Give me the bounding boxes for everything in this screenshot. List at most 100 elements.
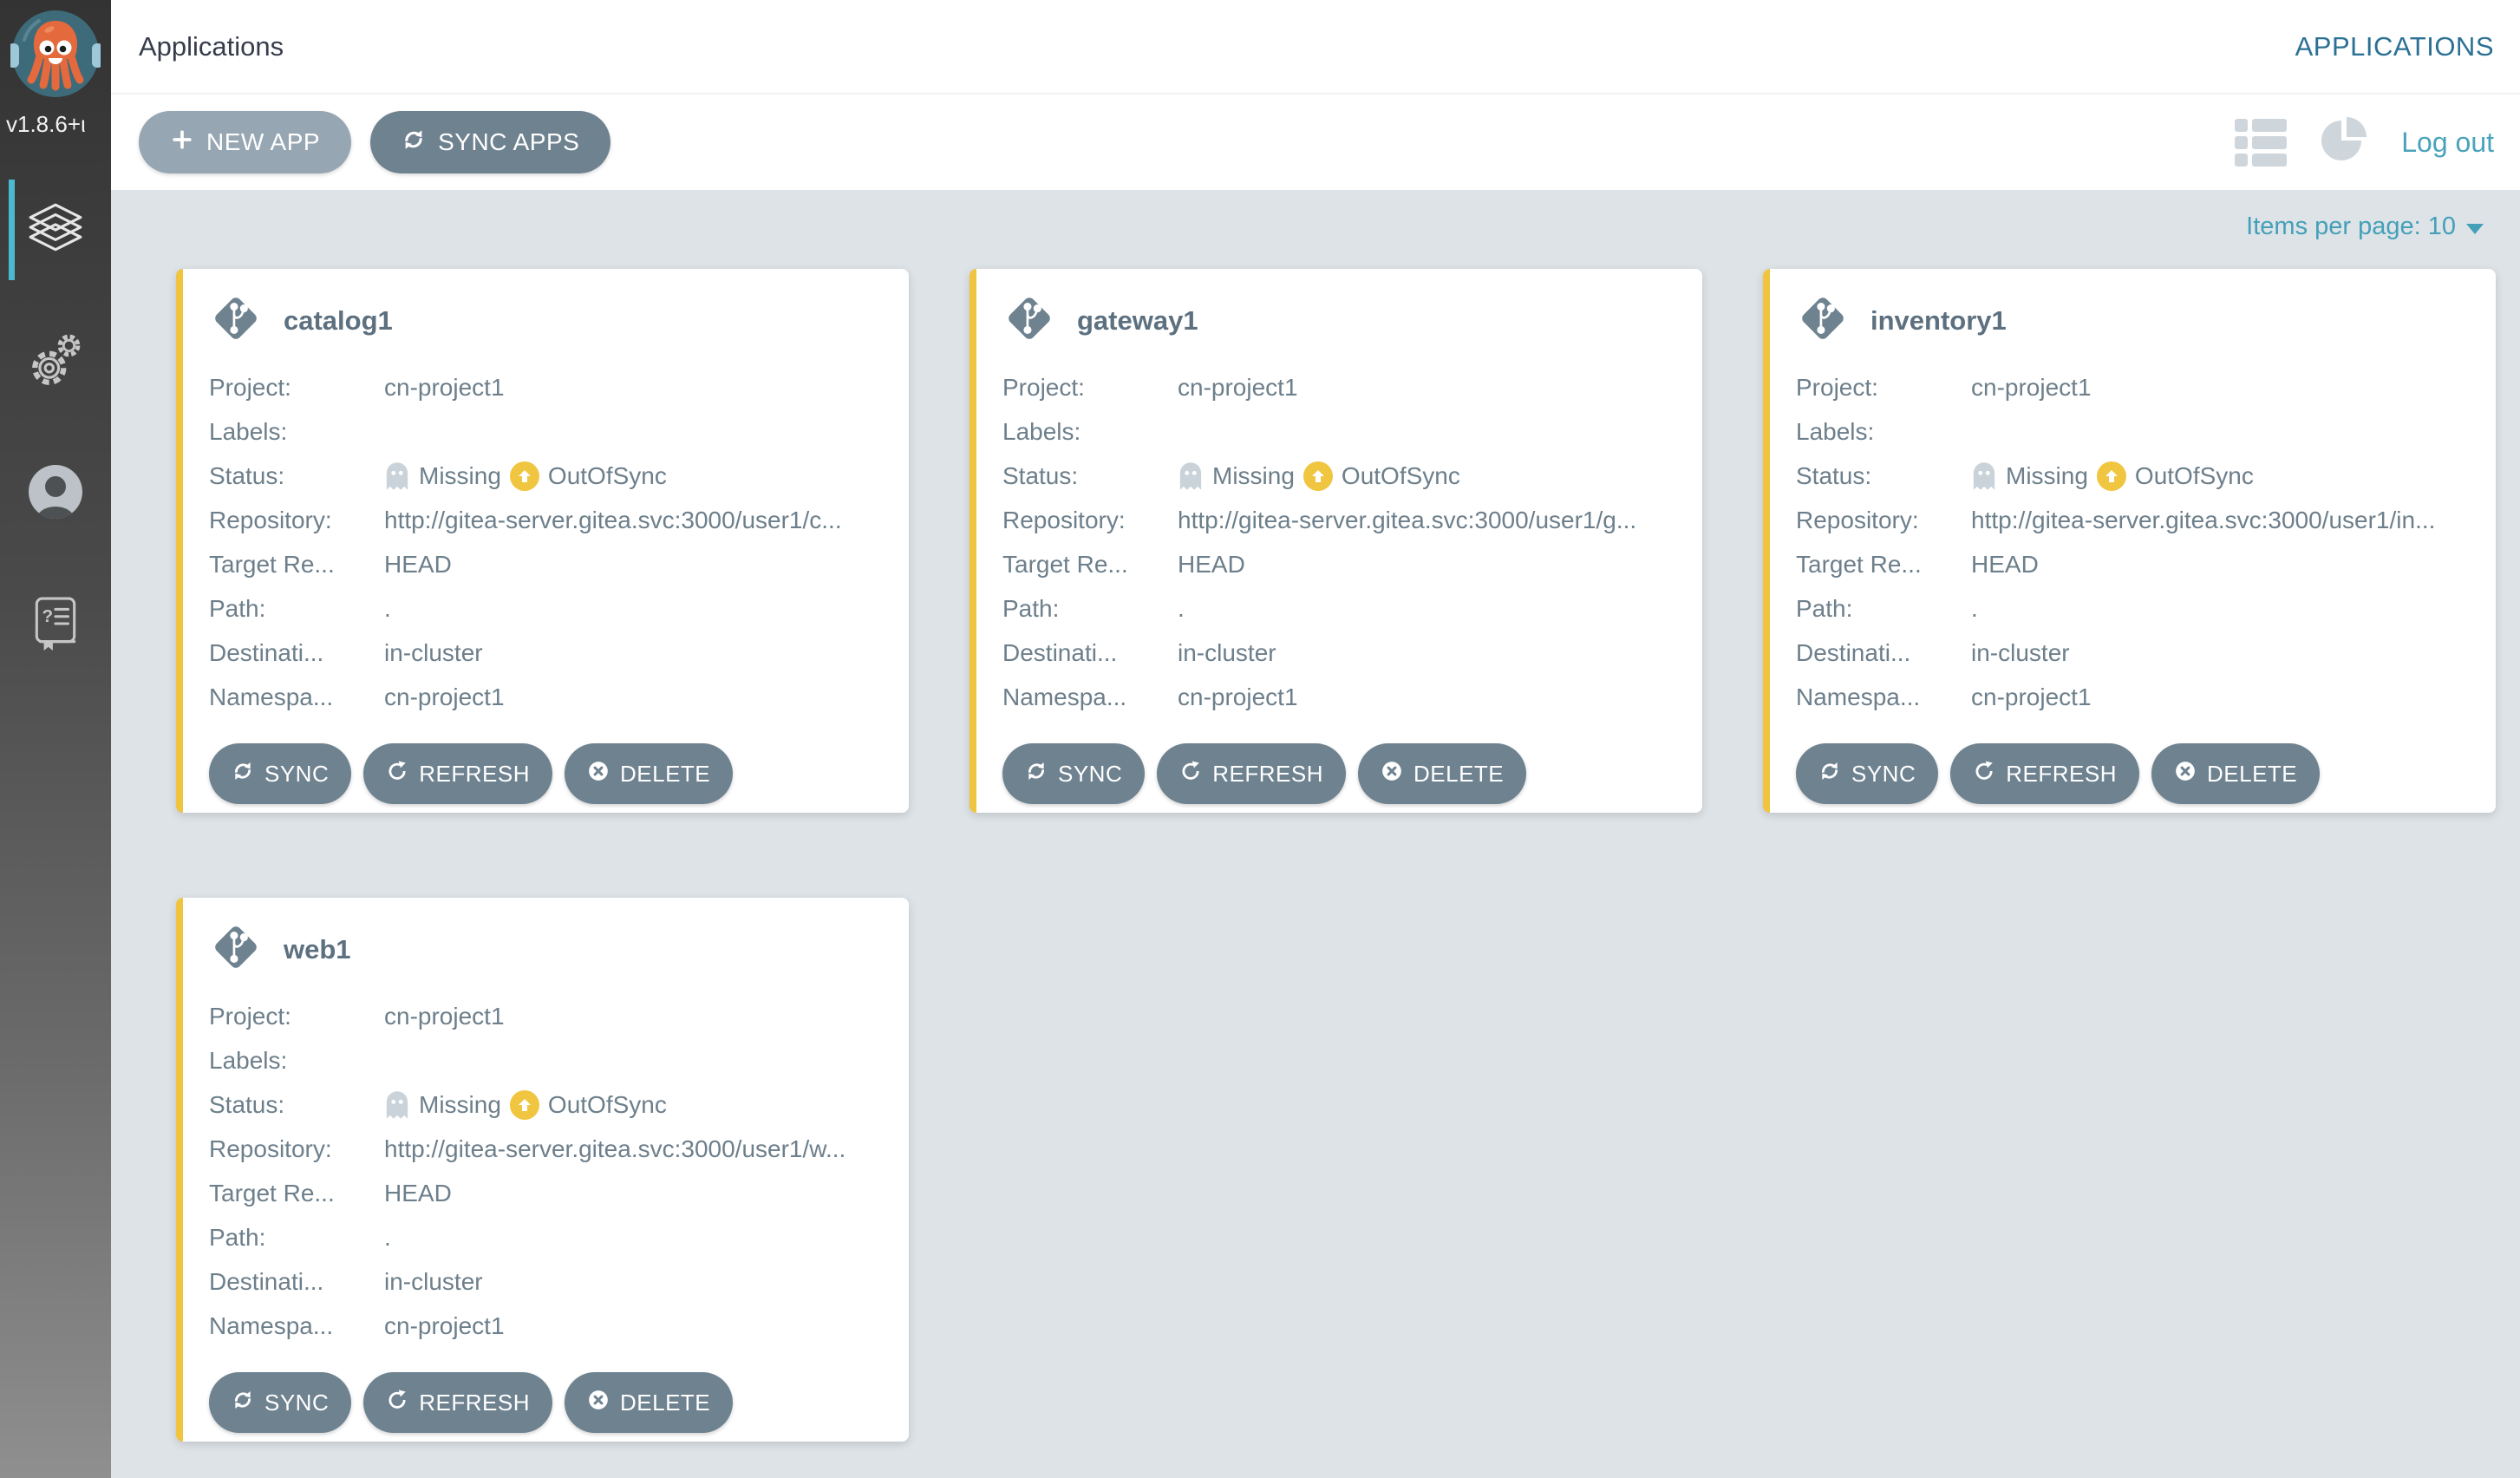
field-row-namespace: Namespa... cn-project1 xyxy=(1002,675,1678,719)
field-value: . xyxy=(1971,594,1978,622)
ghost-icon xyxy=(1178,461,1204,491)
field-row-destination: Destinati... in-cluster xyxy=(1796,631,2471,675)
git-icon xyxy=(1798,293,1848,348)
sync-button[interactable]: SYNC xyxy=(1796,743,1939,804)
argocd-logo[interactable] xyxy=(8,9,103,99)
svg-text:?: ? xyxy=(42,605,54,625)
status-value: Missing OutOfSync xyxy=(1178,461,1460,491)
sidebar-item-applications[interactable] xyxy=(0,180,111,280)
card-header: inventory1 xyxy=(1796,293,2471,348)
grid-view-icon[interactable] xyxy=(2158,120,2203,166)
app-card-inventory1[interactable]: inventory1 Project: cn-project1 Labels: … xyxy=(1763,269,2496,813)
field-value: in-cluster xyxy=(384,638,483,666)
sync-button[interactable]: SYNC xyxy=(209,1372,352,1433)
ghost-icon xyxy=(384,461,410,491)
refresh-icon xyxy=(1179,760,1202,788)
list-view-icon[interactable] xyxy=(2235,118,2288,167)
toolbar: NEW APP SYNC APPS Log out xyxy=(111,93,2520,190)
sidebar-item-help[interactable]: ? xyxy=(0,577,111,674)
sidebar-item-user[interactable] xyxy=(0,445,111,542)
refresh-button[interactable]: REFRESH xyxy=(1157,743,1346,804)
field-row-status: Status: Missing OutOfSync xyxy=(209,454,885,498)
sync-button[interactable]: SYNC xyxy=(209,743,352,804)
delete-label: DELETE xyxy=(1413,760,1505,787)
field-row-target-revision: Target Re... HEAD xyxy=(1796,542,2471,586)
ghost-icon xyxy=(1971,461,1997,491)
field-row-repository: Repository: http://gitea-server.gitea.sv… xyxy=(1796,498,2471,542)
main-area: Applications APPLICATIONS NEW APP SYNC A… xyxy=(111,0,2520,1478)
field-label: Repository: xyxy=(1002,506,1126,533)
field-row-labels: Labels: xyxy=(209,1038,885,1082)
health-status-text: Missing xyxy=(2006,461,2088,489)
sync-label: SYNC xyxy=(264,1389,330,1416)
outofsync-icon xyxy=(2096,461,2126,491)
field-row-status: Status: Missing OutOfSync xyxy=(1796,454,2471,498)
top-header: Applications APPLICATIONS xyxy=(111,0,2520,93)
health-status-text: Missing xyxy=(419,461,501,489)
field-row-repository: Repository: http://gitea-server.gitea.sv… xyxy=(209,1127,885,1171)
content-area: Items per page: 10 catalog1 Project: cn-… xyxy=(111,190,2520,1478)
field-row-labels: Labels: xyxy=(209,409,885,454)
app-card-gateway1[interactable]: gateway1 Project: cn-project1 Labels: St… xyxy=(969,269,1702,813)
card-actions: SYNC REFRESH DELETE xyxy=(209,1372,885,1433)
field-value: http://gitea-server.gitea.svc:3000/user1… xyxy=(384,1135,846,1162)
field-row-path: Path: . xyxy=(1796,586,2471,631)
app-name: gateway1 xyxy=(1077,304,1198,336)
field-label: Path: xyxy=(1796,594,1853,622)
sync-button[interactable]: SYNC xyxy=(1002,743,1146,804)
field-value: cn-project1 xyxy=(1178,373,1298,401)
field-value: http://gitea-server.gitea.svc:3000/user1… xyxy=(1178,506,1637,533)
delete-button[interactable]: DELETE xyxy=(1358,743,1527,804)
field-label: Repository: xyxy=(1796,506,1919,533)
delete-button[interactable]: DELETE xyxy=(565,1372,734,1433)
field-label: Target Re... xyxy=(209,550,335,578)
delete-button[interactable]: DELETE xyxy=(2151,743,2321,804)
sync-label: SYNC xyxy=(1851,760,1916,787)
sidebar-item-settings[interactable] xyxy=(0,313,111,410)
field-value: HEAD xyxy=(384,550,452,578)
sync-icon xyxy=(402,128,426,158)
new-app-button[interactable]: NEW APP xyxy=(139,111,352,173)
delete-label: DELETE xyxy=(620,1389,711,1416)
pie-view-icon[interactable] xyxy=(2318,116,2370,168)
field-label: Target Re... xyxy=(1002,550,1128,578)
field-label: Status: xyxy=(1796,461,1872,489)
outofsync-icon xyxy=(509,461,539,491)
sync-status-text: OutOfSync xyxy=(1341,461,1460,489)
field-row-path: Path: . xyxy=(209,586,885,631)
field-value: http://gitea-server.gitea.svc:3000/user1… xyxy=(384,506,842,533)
field-label: Destinati... xyxy=(209,638,324,666)
field-value: cn-project1 xyxy=(384,373,505,401)
delete-button[interactable]: DELETE xyxy=(565,743,734,804)
delete-label: DELETE xyxy=(2207,760,2298,787)
field-value: HEAD xyxy=(1178,550,1245,578)
field-label: Path: xyxy=(209,1223,266,1251)
field-label: Target Re... xyxy=(209,1179,335,1207)
refresh-button[interactable]: REFRESH xyxy=(1950,743,2139,804)
field-value: http://gitea-server.gitea.svc:3000/user1… xyxy=(1971,506,2436,533)
sync-apps-button[interactable]: SYNC APPS xyxy=(370,111,611,173)
field-label: Labels: xyxy=(209,417,288,445)
items-per-page-dropdown[interactable]: Items per page: 10 xyxy=(176,213,2496,241)
logout-link[interactable]: Log out xyxy=(2401,127,2494,159)
field-row-status: Status: Missing OutOfSync xyxy=(209,1082,885,1127)
refresh-button[interactable]: REFRESH xyxy=(363,1372,552,1433)
app-card-catalog1[interactable]: catalog1 Project: cn-project1 Labels: St… xyxy=(176,269,909,813)
field-label: Repository: xyxy=(209,506,332,533)
sync-status-text: OutOfSync xyxy=(2134,461,2254,489)
sync-apps-label: SYNC APPS xyxy=(438,128,580,155)
field-row-repository: Repository: http://gitea-server.gitea.sv… xyxy=(1002,498,1678,542)
field-label: Namespa... xyxy=(1002,683,1127,710)
field-value: HEAD xyxy=(1971,550,2039,578)
field-row-destination: Destinati... in-cluster xyxy=(209,631,885,675)
field-value: in-cluster xyxy=(1178,638,1276,666)
field-row-project: Project: cn-project1 xyxy=(209,994,885,1038)
field-row-path: Path: . xyxy=(1002,586,1678,631)
app-card-web1[interactable]: web1 Project: cn-project1 Labels: Status… xyxy=(176,898,909,1442)
layers-icon xyxy=(27,202,84,258)
sidebar: v1.8.6+ι ? xyxy=(0,0,111,1478)
refresh-button[interactable]: REFRESH xyxy=(363,743,552,804)
field-row-path: Path: . xyxy=(209,1215,885,1259)
card-header: web1 xyxy=(209,922,885,977)
field-value: . xyxy=(1178,594,1185,622)
